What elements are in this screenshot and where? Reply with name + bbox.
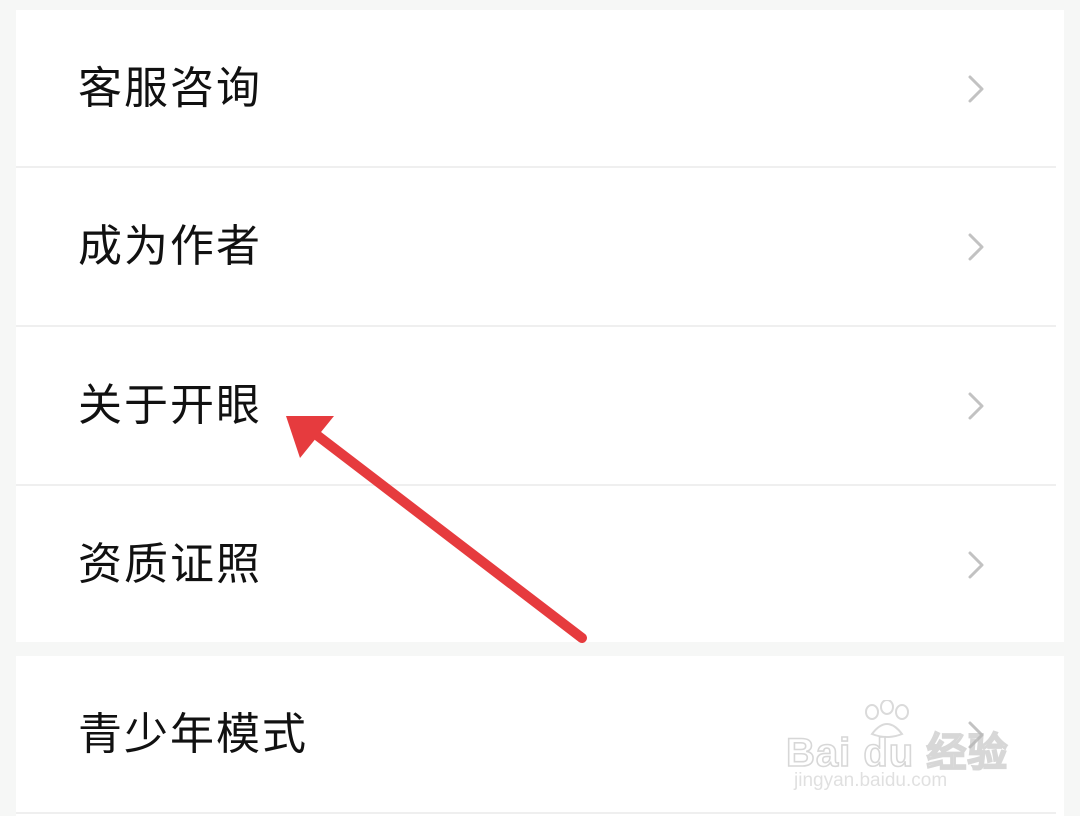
- chevron-right-icon: [968, 551, 984, 579]
- menu-item-become-author[interactable]: 成为作者: [16, 168, 1064, 326]
- settings-group-secondary: 青少年模式: [16, 656, 1064, 816]
- menu-item-customer-service[interactable]: 客服咨询: [16, 10, 1064, 168]
- menu-item-label: 资质证照: [78, 539, 262, 590]
- menu-item-about[interactable]: 关于开眼: [16, 327, 1064, 485]
- menu-item-label: 青少年模式: [78, 709, 308, 760]
- chevron-right-icon: [968, 75, 984, 103]
- menu-item-qualifications[interactable]: 资质证照: [16, 486, 1064, 644]
- menu-item-label: 客服咨询: [78, 63, 262, 114]
- settings-group-main: 客服咨询 成为作者 关于开眼 资质证照: [16, 10, 1064, 642]
- menu-item-teen-mode[interactable]: 青少年模式: [16, 656, 1064, 814]
- divider: [16, 812, 1056, 814]
- chevron-right-icon: [968, 233, 984, 261]
- chevron-right-icon: [968, 721, 984, 749]
- chevron-right-icon: [968, 392, 984, 420]
- menu-item-label: 关于开眼: [78, 380, 262, 431]
- menu-item-label: 成为作者: [78, 221, 262, 272]
